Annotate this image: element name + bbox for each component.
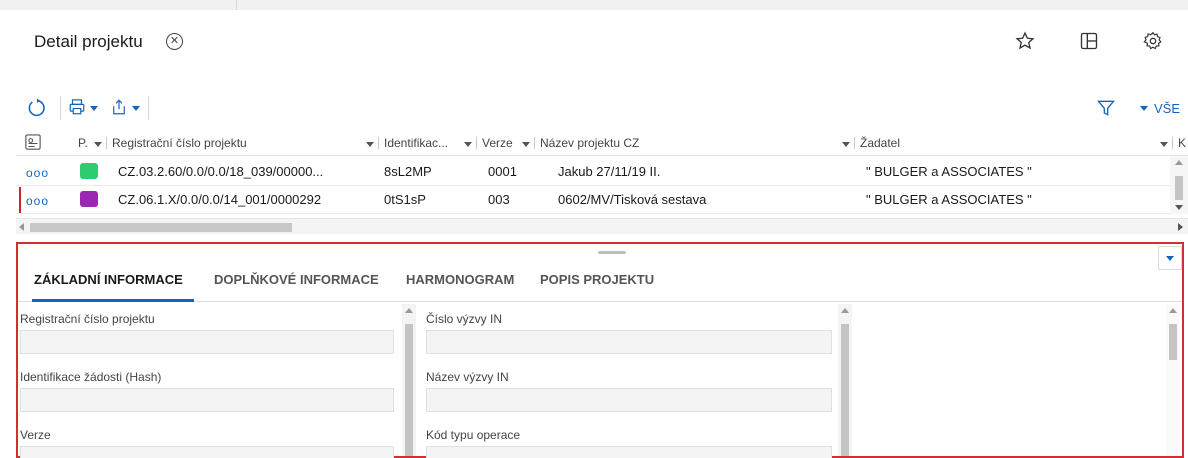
status-color-badge (80, 163, 98, 179)
column-header-identifikace[interactable]: Identifikac... (384, 136, 448, 150)
sort-caret-icon[interactable] (464, 142, 472, 147)
export-menu-button[interactable] (110, 94, 140, 122)
cell-verze: 0001 (488, 164, 517, 179)
grid-horizontal-scrollbar[interactable] (16, 218, 1188, 234)
column-header-p[interactable]: P. (78, 136, 88, 150)
selected-row-marker (19, 187, 21, 213)
registracni-cislo-field[interactable] (20, 330, 394, 354)
cell-nazev: Jakub 27/11/19 II. (558, 164, 661, 179)
column-divider[interactable] (534, 137, 535, 149)
scroll-up-icon[interactable] (1175, 160, 1183, 165)
column-divider[interactable] (1172, 137, 1173, 149)
grid-toolbar: VŠE (16, 88, 1188, 128)
sort-caret-icon[interactable] (366, 142, 374, 147)
column-header-zadatel[interactable]: Žadatel (860, 136, 900, 150)
field-label-nazev-vyzvy: Název výzvy IN (426, 370, 509, 384)
resize-handle[interactable] (598, 251, 626, 254)
tab-zakladni-informace[interactable]: ZÁKLADNÍ INFORMACE (34, 272, 183, 287)
vse-label: VŠE (1154, 100, 1181, 116)
refresh-icon[interactable] (26, 94, 48, 122)
kod-typu-operace-field[interactable] (426, 446, 832, 458)
cell-zadatel: " BULGER a ASSOCIATES " (866, 164, 1032, 179)
scrollbar-thumb[interactable] (1169, 324, 1177, 360)
detail-tabs: ZÁKLADNÍ INFORMACE DOPLŇKOVÉ INFORMACE H… (18, 262, 1182, 302)
toolbar-divider (60, 96, 61, 120)
column-header-k[interactable]: K (1178, 136, 1186, 150)
nazev-vyzvy-field[interactable] (426, 388, 832, 412)
cell-nazev: 0602/MV/Tisková sestava (558, 192, 707, 207)
row-actions-icon[interactable]: ooo (26, 166, 49, 180)
right-column-scrollbar[interactable] (1166, 304, 1180, 456)
column-divider[interactable] (854, 137, 855, 149)
chevron-down-icon (1140, 105, 1148, 111)
cell-zadatel: " BULGER a ASSOCIATES " (866, 192, 1032, 207)
detail-panel: ZÁKLADNÍ INFORMACE DOPLŇKOVÉ INFORMACE H… (16, 242, 1184, 458)
chevron-down-icon (1166, 255, 1174, 261)
chevron-down-icon (132, 105, 140, 111)
detail-fields: Registrační číslo projektu Identifikace … (18, 302, 1182, 458)
page-header: Detail projektu ✕ (16, 12, 1188, 74)
scrollbar-thumb[interactable] (1175, 176, 1183, 200)
scrollbar-thumb[interactable] (841, 324, 849, 456)
sort-caret-icon[interactable] (842, 142, 850, 147)
cell-registracni-cislo: CZ.03.2.60/0.0/0.0/18_039/00000... (118, 164, 324, 179)
field-label-identifikace: Identifikace žádosti (Hash) (20, 370, 162, 384)
toolbar-divider (148, 96, 149, 120)
status-color-badge (80, 191, 98, 207)
tab-doplnkove-informace[interactable]: DOPLŇKOVÉ INFORMACE (214, 272, 379, 287)
cell-identifikace: 0tS1sP (384, 192, 426, 207)
sort-caret-icon[interactable] (94, 142, 102, 147)
grid-vertical-scrollbar[interactable] (1170, 156, 1188, 214)
sort-caret-icon[interactable] (522, 142, 530, 147)
top-strip (0, 0, 1188, 10)
scrollbar-thumb[interactable] (30, 223, 292, 232)
column-header-registracni-cislo[interactable]: Registrační číslo projektu (112, 136, 247, 150)
projects-grid: P. Registrační číslo projektu Identifika… (16, 130, 1188, 234)
field-label-registracni-cislo: Registrační číslo projektu (20, 312, 155, 326)
scrollbar-thumb[interactable] (405, 324, 413, 456)
export-icon (110, 98, 128, 119)
scroll-up-icon[interactable] (405, 308, 413, 313)
page-title: Detail projektu (34, 32, 143, 51)
strip-divider (236, 0, 237, 10)
column-divider[interactable] (106, 137, 107, 149)
cislo-vyzvy-field[interactable] (426, 330, 832, 354)
column-header-verze[interactable]: Verze (482, 136, 513, 150)
table-row[interactable]: ooo CZ.06.1.X/0.0/0.0/14_001/0000292 0tS… (16, 186, 1188, 214)
tab-popis-projektu[interactable]: POPIS PROJEKTU (540, 272, 654, 287)
layout-icon[interactable] (1076, 28, 1102, 54)
column-settings-icon[interactable] (24, 133, 42, 154)
grid-header: P. Registrační číslo projektu Identifika… (16, 130, 1188, 156)
verze-field[interactable] (20, 446, 394, 458)
scroll-left-icon[interactable] (19, 223, 24, 231)
gear-icon[interactable] (1140, 28, 1166, 54)
column-divider[interactable] (476, 137, 477, 149)
field-label-verze: Verze (20, 428, 51, 442)
cell-verze: 003 (488, 192, 510, 207)
table-row[interactable]: ooo CZ.03.2.60/0.0/0.0/18_039/00000... 8… (16, 158, 1188, 186)
scroll-up-icon[interactable] (841, 308, 849, 313)
cell-identifikace: 8sL2MP (384, 164, 432, 179)
scroll-down-icon[interactable] (1175, 205, 1183, 210)
tab-harmonogram[interactable]: HARMONOGRAM (406, 272, 514, 287)
left-column-scrollbar[interactable] (402, 304, 416, 456)
field-label-kod-typu-operace: Kód typu operace (426, 428, 521, 442)
row-actions-icon[interactable]: ooo (26, 194, 49, 208)
sort-caret-icon[interactable] (1160, 142, 1168, 147)
middle-column-scrollbar[interactable] (838, 304, 852, 456)
identifikace-field[interactable] (20, 388, 394, 412)
scroll-up-icon[interactable] (1169, 308, 1177, 313)
scroll-right-icon[interactable] (1178, 223, 1183, 231)
star-icon[interactable] (1012, 28, 1038, 54)
cell-registracni-cislo: CZ.06.1.X/0.0/0.0/14_001/0000292 (118, 192, 322, 207)
close-circle-icon[interactable]: ✕ (166, 33, 183, 50)
print-icon (68, 98, 86, 119)
print-menu-button[interactable] (68, 94, 98, 122)
vse-dropdown[interactable]: VŠE (1140, 94, 1180, 122)
chevron-down-icon (90, 105, 98, 111)
column-divider[interactable] (378, 137, 379, 149)
column-header-nazev[interactable]: Název projektu CZ (540, 136, 639, 150)
field-label-cislo-vyzvy: Číslo výzvy IN (426, 312, 503, 326)
filter-icon[interactable] (1096, 94, 1116, 122)
